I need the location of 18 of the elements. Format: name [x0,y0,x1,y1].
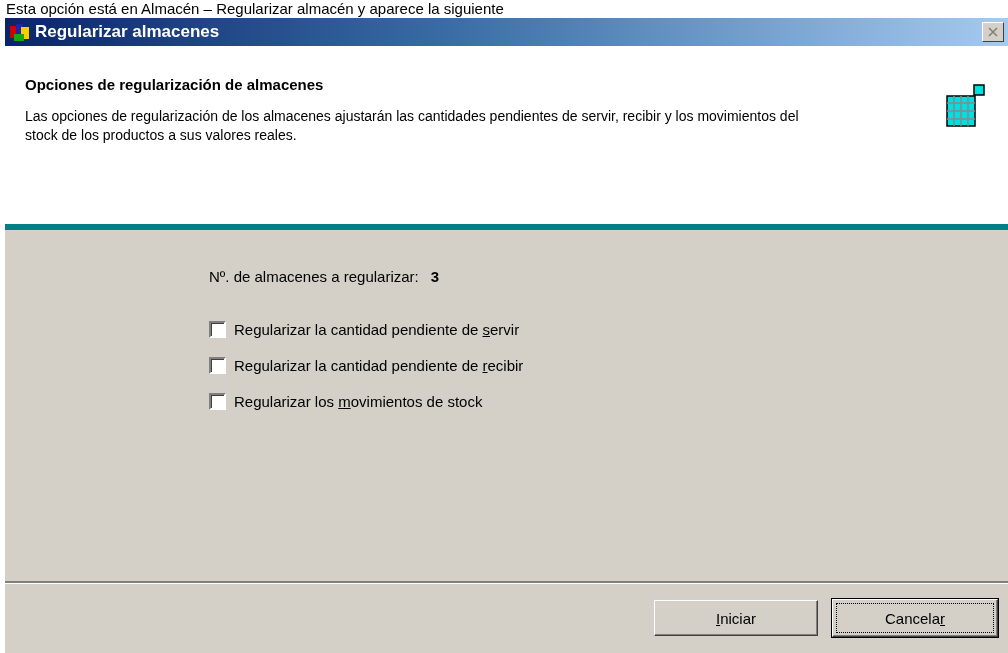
checkbox-label[interactable]: Regularizar la cantidad pendiente de servir [234,320,520,338]
checkbox[interactable] [209,392,226,410]
checkbox[interactable] [209,320,226,338]
window-title: Regularizar almacenes [35,22,221,42]
checkbox-label[interactable]: Regularizar la cantidad pendiente de recibir [234,356,524,374]
checkbox-label[interactable]: Regularizar los movimientos de stock [234,392,483,410]
start-button[interactable]: Iniciar [654,600,818,636]
header-title: Opciones de regularización de almacenes [25,76,325,93]
cancel-button[interactable]: Cancelar [832,599,998,637]
checkbox[interactable] [209,356,226,374]
header-description: Las opciones de regularización de los almacenes ajustarán las cantidades pendientes de servir, recibir y los movimientos del stock de los productos a sus valores reales. [25,107,800,145]
app-icon [9,22,31,42]
close-button[interactable] [982,22,1004,42]
count-label: Nº. de almacenes a regularizar: [209,268,419,285]
close-icon [988,27,998,37]
count-value: 3 [430,268,440,285]
cube-grid-icon [946,84,986,128]
caption-text: Esta opción está en Almacén – Regularizar almacén y aparece la siguiente [5,0,505,18]
